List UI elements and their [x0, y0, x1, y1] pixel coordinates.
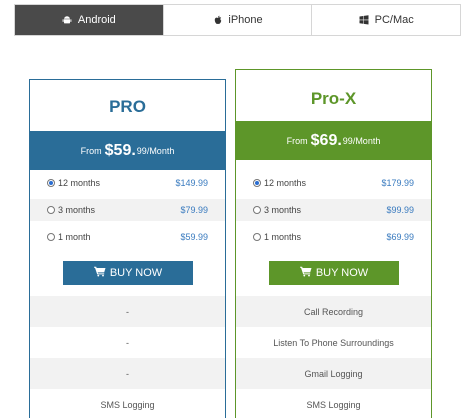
tab-iphone[interactable]: iPhone [162, 5, 312, 35]
buy-now-label: BUY NOW [315, 267, 369, 279]
buy-now-button[interactable]: BUY NOW [63, 261, 193, 285]
price-band: From $69. 99 /Month [235, 121, 432, 160]
price-main: $59. [104, 141, 136, 159]
option-price: $79.99 [180, 205, 208, 215]
option-term: 3 months [58, 205, 96, 215]
price-from: From [286, 135, 308, 146]
cart-icon [299, 266, 312, 280]
price-from: From [80, 145, 102, 156]
plan-card-pro-x: Pro-X From $69. 99 /Month 12 months $179… [235, 69, 432, 418]
plan-option-3-months[interactable]: 3 months $79.99 [30, 199, 225, 221]
feature-row: SMS Logging [306, 399, 361, 410]
option-price: $69.99 [386, 232, 414, 242]
radio-button[interactable] [47, 206, 55, 214]
feature-row: SMS Logging [100, 399, 155, 410]
feature-row: Gmail Logging [236, 358, 431, 389]
price-main: $69. [310, 131, 342, 149]
option-price: $179.99 [381, 178, 414, 188]
feature-row: Listen To Phone Surroundings [273, 337, 394, 348]
radio-button[interactable] [253, 206, 261, 214]
price-period: /Month [352, 135, 381, 146]
price-band: From $59. 99 /Month [29, 131, 226, 170]
feature-row: - [30, 296, 225, 327]
plan-option-1-month[interactable]: 1 months $69.99 [236, 226, 431, 248]
plan-name: PRO [109, 97, 146, 116]
tab-pc-mac-label: PC/Mac [374, 14, 414, 26]
feature-row: Call Recording [236, 296, 431, 327]
apple-icon [212, 15, 223, 26]
price-period: /Month [146, 145, 175, 156]
option-price: $99.99 [386, 205, 414, 215]
tab-pc-mac[interactable]: PC/Mac [311, 5, 461, 35]
price-cents: 99 [342, 135, 353, 146]
radio-button[interactable] [47, 179, 55, 187]
option-price: $149.99 [175, 178, 208, 188]
plan-option-12-months[interactable]: 12 months $149.99 [30, 172, 225, 194]
price-cents: 99 [136, 145, 147, 156]
radio-button[interactable] [253, 179, 261, 187]
option-price: $59.99 [180, 232, 208, 242]
plan-option-12-months[interactable]: 12 months $179.99 [236, 172, 431, 194]
option-term: 1 month [58, 232, 91, 242]
feature-row: - [30, 358, 225, 389]
option-term: 12 months [58, 178, 101, 188]
plan-option-1-month[interactable]: 1 month $59.99 [30, 226, 225, 248]
radio-button[interactable] [253, 233, 261, 241]
plan-card-pro: PRO From $59. 99 /Month 12 months $149.9… [29, 79, 226, 418]
option-term: 3 months [264, 205, 302, 215]
tab-android[interactable]: Android [15, 5, 163, 35]
option-term: 1 months [264, 232, 302, 242]
option-term: 12 months [264, 178, 307, 188]
cart-icon [93, 266, 106, 280]
platform-tabs: Android iPhone PC/Mac [14, 4, 461, 36]
plan-option-3-months[interactable]: 3 months $99.99 [236, 199, 431, 221]
android-icon [62, 15, 73, 26]
feature-row: - [126, 337, 129, 348]
tab-iphone-label: iPhone [228, 14, 263, 26]
radio-button[interactable] [47, 233, 55, 241]
buy-now-button[interactable]: BUY NOW [269, 261, 399, 285]
buy-now-label: BUY NOW [109, 267, 163, 279]
windows-icon [359, 15, 370, 26]
tab-android-label: Android [77, 14, 116, 26]
plan-name: Pro-X [310, 89, 357, 108]
